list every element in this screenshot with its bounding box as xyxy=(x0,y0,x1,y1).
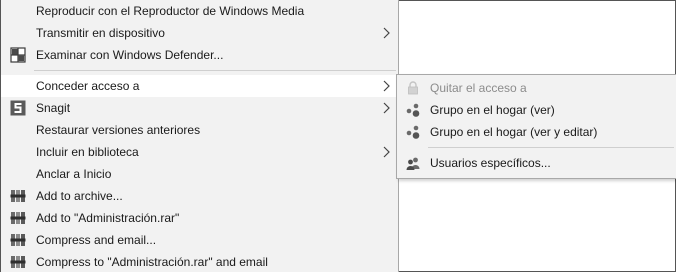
menu-item-label: Incluir en biblioteca xyxy=(36,145,139,159)
menu-item-label: Reproducir con el Reproductor de Windows… xyxy=(36,4,305,18)
homegroup-icon xyxy=(406,103,420,117)
winrar-icon xyxy=(10,190,26,202)
menu-item-label: Snagit xyxy=(36,101,71,115)
menu-item-label: Anclar a Inicio xyxy=(36,167,112,181)
menu-item-label: Compress to "Administración.rar" and ema… xyxy=(36,255,268,269)
submenu-separator xyxy=(428,147,674,148)
winrar-icon xyxy=(10,256,26,268)
chevron-right-icon xyxy=(383,102,390,114)
snagit-icon xyxy=(10,100,26,116)
menu-item-add-to-rar[interactable]: Add to "Administración.rar" xyxy=(1,207,398,229)
homegroup-icon xyxy=(406,125,420,139)
menu-item-cast-to-device[interactable]: Transmitir en dispositivo xyxy=(1,22,398,44)
grant-access-submenu: Quitar el acceso a Grupo en el hogar (ve… xyxy=(396,74,676,179)
submenu-item-homegroup-view[interactable]: Grupo en el hogar (ver) xyxy=(397,99,676,121)
menu-item-scan-defender[interactable]: Examinar con Windows Defender... xyxy=(1,44,398,66)
menu-item-play-media-player[interactable]: Reproducir con el Reproductor de Windows… xyxy=(1,0,398,22)
menu-separator xyxy=(34,70,396,71)
menu-item-label: Add to "Administración.rar" xyxy=(36,211,180,225)
menu-item-label: Conceder acceso a xyxy=(36,79,140,93)
submenu-item-label: Grupo en el hogar (ver) xyxy=(430,103,555,117)
submenu-item-specific-users[interactable]: Usuarios específicos... xyxy=(397,152,676,174)
winrar-icon xyxy=(10,212,26,224)
menu-item-label: Compress and email... xyxy=(36,233,157,247)
winrar-icon xyxy=(10,234,26,246)
menu-item-compress-email[interactable]: Compress and email... xyxy=(1,229,398,251)
submenu-item-remove-access[interactable]: Quitar el acceso a xyxy=(397,77,676,99)
lock-icon xyxy=(408,81,418,95)
users-icon xyxy=(406,157,420,170)
menu-item-compress-rar-email[interactable]: Compress to "Administración.rar" and ema… xyxy=(1,251,398,273)
menu-item-pin-start[interactable]: Anclar a Inicio xyxy=(1,163,398,185)
chevron-right-icon xyxy=(383,80,390,92)
shield-icon xyxy=(10,47,26,63)
menu-item-snagit[interactable]: Snagit xyxy=(1,97,398,119)
submenu-item-label: Usuarios específicos... xyxy=(430,156,551,170)
menu-item-label: Transmitir en dispositivo xyxy=(36,26,165,40)
submenu-item-homegroup-edit[interactable]: Grupo en el hogar (ver y editar) xyxy=(397,121,676,143)
menu-item-label: Add to archive... xyxy=(36,189,123,203)
menu-item-include-library[interactable]: Incluir en biblioteca xyxy=(1,141,398,163)
context-menu: Reproducir con el Reproductor de Windows… xyxy=(1,0,399,272)
chevron-right-icon xyxy=(383,27,390,39)
submenu-item-label: Quitar el acceso a xyxy=(430,81,527,95)
menu-item-grant-access[interactable]: Conceder acceso a xyxy=(1,75,398,97)
menu-item-label: Restaurar versiones anteriores xyxy=(36,123,201,137)
menu-item-add-archive[interactable]: Add to archive... xyxy=(1,185,398,207)
menu-item-restore-versions[interactable]: Restaurar versiones anteriores xyxy=(1,119,398,141)
menu-item-label: Examinar con Windows Defender... xyxy=(36,48,224,62)
submenu-item-label: Grupo en el hogar (ver y editar) xyxy=(430,125,598,139)
chevron-right-icon xyxy=(383,146,390,158)
